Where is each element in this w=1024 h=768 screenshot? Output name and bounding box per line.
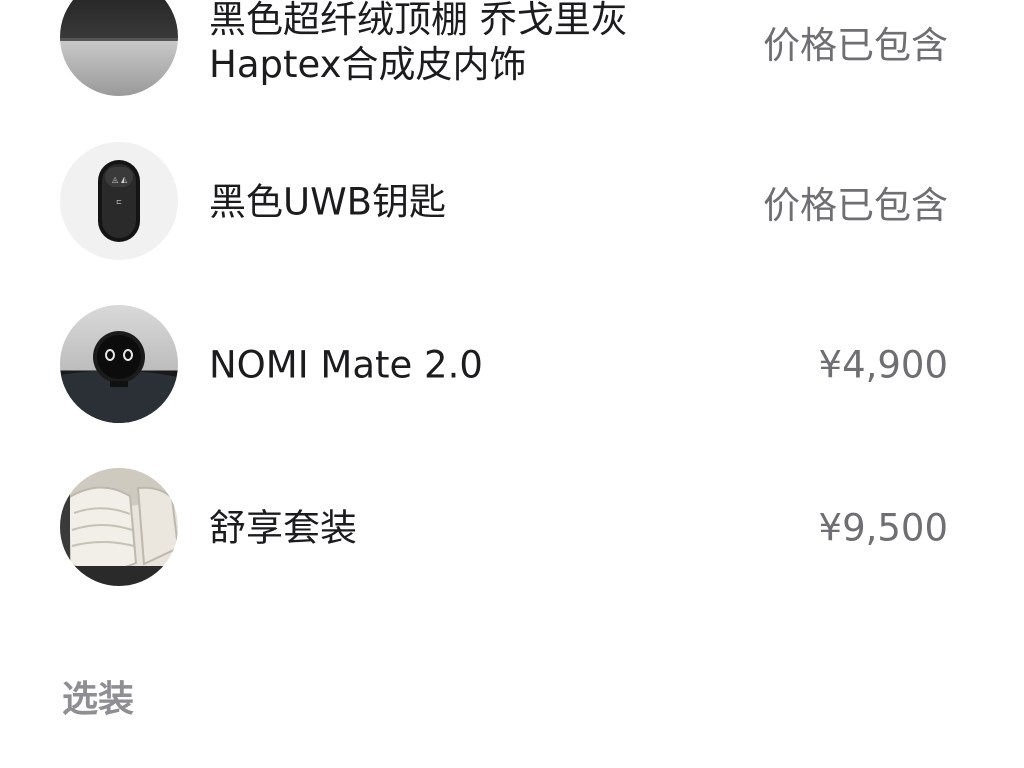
interior-material-thumbnail-icon (60, 0, 178, 96)
section-heading-optional: 选装 (62, 679, 135, 720)
item-price: ¥9,500 (818, 506, 948, 550)
svg-text:◬: ◬ (112, 175, 119, 184)
list-item-interior[interactable]: 黑色超纤绒顶棚 乔戈里灰 Haptex合成皮内饰 价格已包含 (0, 0, 1024, 98)
item-price: ¥4,900 (818, 343, 948, 387)
included-items-list: 黑色超纤绒顶棚 乔戈里灰 Haptex合成皮内饰 价格已包含 ◬ ◭ ⊏ 黑色U… (0, 0, 1024, 768)
item-title: 黑色超纤绒顶棚 乔戈里灰 Haptex合成皮内饰 (209, 0, 628, 86)
uwb-key-thumbnail-icon: ◬ ◭ ⊏ (60, 142, 178, 260)
item-title: 黑色UWB钥匙 (209, 180, 447, 224)
item-price-status: 价格已包含 (763, 184, 948, 227)
item-title: 舒享套装 (209, 506, 357, 550)
list-item-nomi-mate[interactable]: NOMI Mate 2.0 ¥4,900 (0, 305, 1024, 425)
svg-text:◭: ◭ (121, 175, 128, 184)
list-item-uwb-key[interactable]: ◬ ◭ ⊏ 黑色UWB钥匙 价格已包含 (0, 142, 1024, 262)
item-price-status: 价格已包含 (763, 24, 948, 67)
comfort-package-seat-thumbnail-icon (60, 468, 178, 586)
item-title: NOMI Mate 2.0 (209, 343, 483, 387)
nomi-mate-thumbnail-icon (60, 305, 178, 423)
svg-text:⊏: ⊏ (116, 198, 122, 206)
list-item-comfort-package[interactable]: 舒享套装 ¥9,500 (0, 468, 1024, 588)
